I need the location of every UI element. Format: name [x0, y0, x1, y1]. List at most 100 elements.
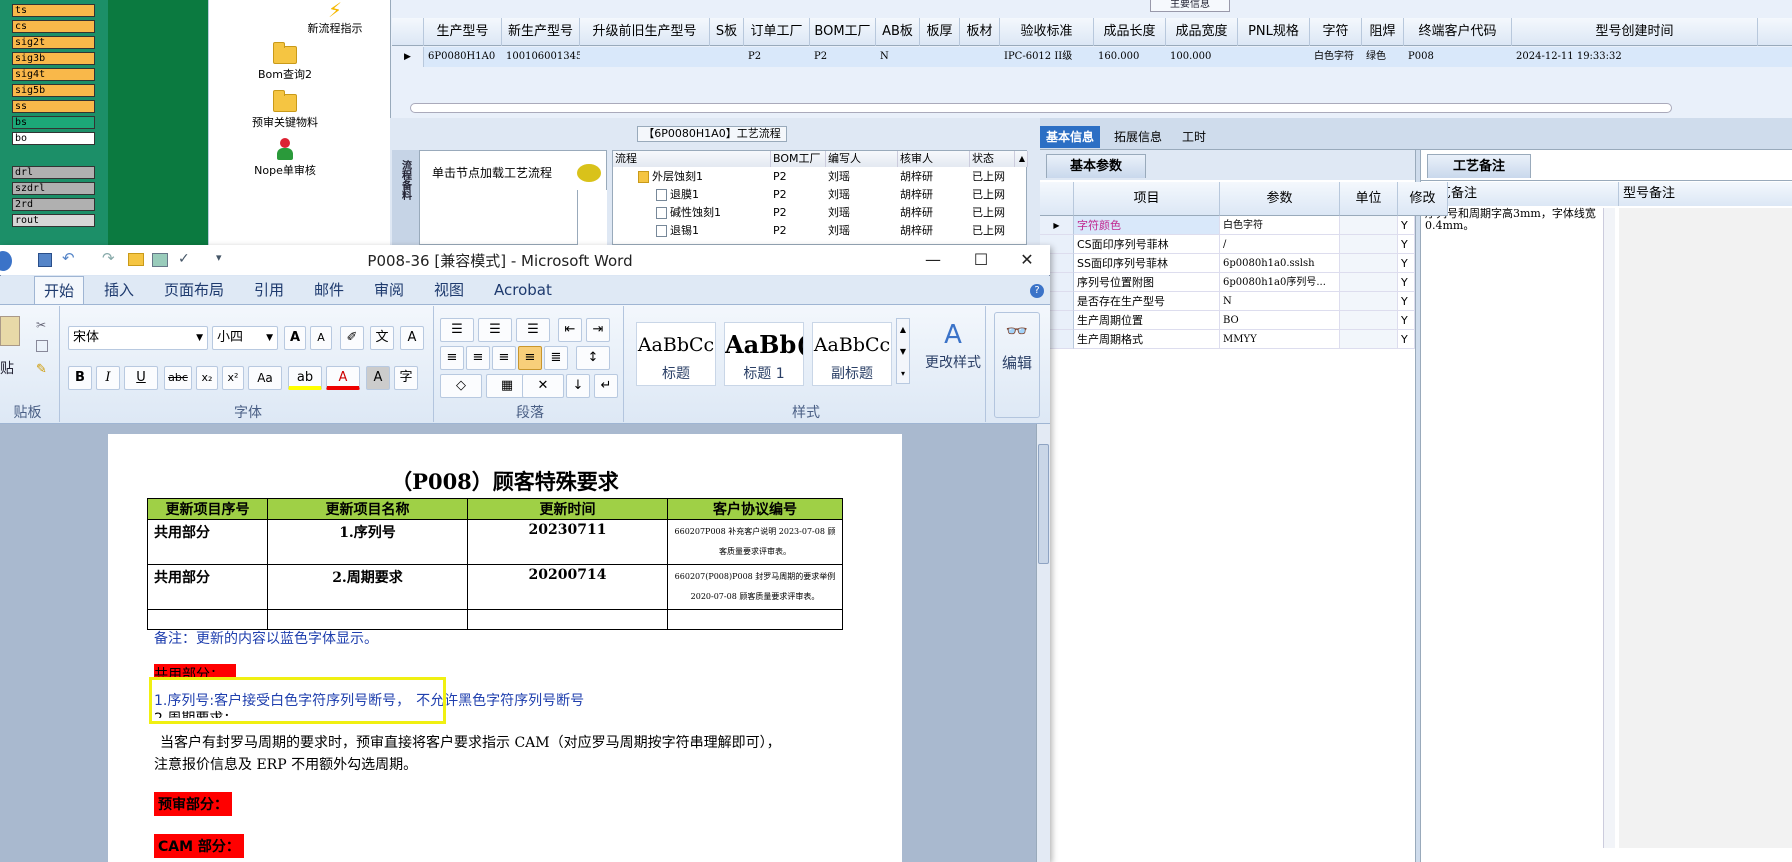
flow-cell[interactable]: 胡梓研: [900, 222, 969, 240]
horizontal-scrollbar[interactable]: [410, 103, 1672, 113]
redo-icon[interactable]: ↷: [102, 249, 115, 267]
layer-item[interactable]: sig3b: [12, 52, 95, 65]
prereview-material-tool[interactable]: 预审关键物料: [220, 90, 350, 130]
multilevel-list-icon[interactable]: ☰: [516, 318, 550, 342]
tab-view[interactable]: 视图: [434, 276, 464, 304]
distribute-icon[interactable]: ≣: [544, 346, 568, 370]
styles-scroll-icon[interactable]: ▲ ▼ ▾: [896, 318, 910, 384]
flow-cell[interactable]: 退膜1: [670, 186, 770, 204]
minimize-icon[interactable]: —: [918, 248, 948, 272]
flow-cell[interactable]: 刘瑶: [828, 168, 897, 186]
flow-cell[interactable]: 已上网: [972, 204, 1014, 222]
grid-col-header[interactable]: 板厚: [920, 18, 960, 46]
flow-cell[interactable]: 刘瑶: [828, 204, 897, 222]
bullets-icon[interactable]: ☰: [440, 318, 474, 342]
nope-review-tool[interactable]: Nope单审核: [220, 138, 350, 178]
flow-cell[interactable]: 退锡1: [670, 222, 770, 240]
show-marks-icon[interactable]: ↵: [594, 374, 618, 398]
align-right-icon[interactable]: ≡: [492, 346, 516, 370]
layer-item[interactable]: sig4t: [12, 68, 95, 81]
param-value-cell[interactable]: MMYY: [1220, 330, 1340, 349]
layer-item[interactable]: sig5b: [12, 84, 95, 97]
align-center-icon[interactable]: ≡: [466, 346, 490, 370]
increase-indent-icon[interactable]: ⇥: [586, 318, 610, 342]
change-case-icon[interactable]: Aa: [248, 366, 282, 390]
flow-cell[interactable]: 胡梓研: [900, 168, 969, 186]
tab-home[interactable]: 开始: [34, 276, 84, 305]
cut-icon[interactable]: ✂: [36, 318, 46, 332]
grid-col-header[interactable]: 阻焊: [1362, 18, 1404, 46]
grid-col-header[interactable]: 升级前旧生产型号: [580, 18, 710, 46]
style-title[interactable]: AaBbCc 标题: [636, 322, 716, 386]
font-name-select[interactable]: 宋体 ▼: [68, 326, 208, 350]
close-icon[interactable]: ✕: [1012, 248, 1042, 272]
grid-col-header[interactable]: 型号创建时间: [1512, 18, 1758, 46]
grid-col-header[interactable]: 终端客户代码: [1404, 18, 1512, 46]
grid-col-header[interactable]: BOM工厂: [810, 18, 876, 46]
shading-icon[interactable]: ◇: [440, 374, 482, 398]
grid-col-header[interactable]: 成品长度: [1094, 18, 1166, 46]
style-subtitle[interactable]: AaBbCc 副标题: [812, 322, 892, 386]
layer-item[interactable]: cs: [12, 20, 95, 33]
bom-query-tool[interactable]: Bom查询2: [220, 42, 350, 82]
flow-cell[interactable]: 已上网: [972, 168, 1014, 186]
tab-craft-notes[interactable]: 工艺备注: [1427, 154, 1531, 178]
clear-format-icon[interactable]: ✐: [340, 326, 364, 350]
decrease-indent-icon[interactable]: ⇤: [558, 318, 582, 342]
change-styles-button[interactable]: A 更改样式: [918, 318, 988, 372]
layer-item[interactable]: bs: [12, 116, 95, 129]
layer-item[interactable]: drl: [12, 166, 95, 179]
grid-col-header[interactable]: 订单工厂: [744, 18, 810, 46]
char-shading-icon[interactable]: A: [366, 366, 390, 390]
param-value-cell[interactable]: 6p0080h1a0序列号...: [1220, 273, 1340, 292]
grid-col-header[interactable]: 成品宽度: [1166, 18, 1238, 46]
model-grid-row[interactable]: ▶ 6P0080H1A0 10010600134576 P2 P2 N IPC-6012 …: [392, 47, 1792, 67]
tab-acrobat[interactable]: Acrobat: [494, 276, 552, 304]
row-indicator[interactable]: ▶: [1040, 216, 1074, 235]
param-value-cell[interactable]: N: [1220, 292, 1340, 311]
craft-note-text[interactable]: 序列号和周期字高3mm，字体线宽0.4mm。: [1425, 208, 1601, 232]
grid-col-header[interactable]: 板材: [960, 18, 1000, 46]
new-flow-tool[interactable]: ⚡ 新流程指示: [270, 0, 400, 36]
char-border-icon[interactable]: A: [400, 326, 424, 350]
paste-button-label[interactable]: 贴: [0, 358, 14, 378]
grid-col-header[interactable]: PNL规格: [1238, 18, 1310, 46]
flow-cell[interactable]: 碱性蚀刻1: [670, 204, 770, 222]
justify-icon[interactable]: ≡: [518, 346, 542, 370]
scroll-thumb[interactable]: [1038, 444, 1049, 564]
grid-col-header[interactable]: 验收标准: [1000, 18, 1094, 46]
param-value-cell[interactable]: /: [1220, 235, 1340, 254]
tab-page-layout[interactable]: 页面布局: [164, 276, 224, 304]
line-spacing-icon[interactable]: ↕: [576, 346, 610, 370]
param-value-cell[interactable]: 6p0080h1a0.sslsh: [1220, 254, 1340, 273]
param-value-cell[interactable]: 白色字符: [1220, 216, 1340, 235]
grid-col-header[interactable]: S板: [710, 18, 744, 46]
flow-cell[interactable]: P2: [773, 204, 825, 222]
italic-icon[interactable]: I: [96, 366, 120, 390]
layer-item[interactable]: ss: [12, 100, 95, 113]
model-note-area[interactable]: [1619, 208, 1792, 848]
vertical-scrollbar[interactable]: [1036, 424, 1050, 862]
bold-icon[interactable]: B: [68, 366, 92, 390]
grid-col-header[interactable]: AB板: [876, 18, 920, 46]
tab-mailings[interactable]: 邮件: [314, 276, 344, 304]
phonetic-guide-icon[interactable]: 文: [370, 326, 394, 350]
layer-item[interactable]: ts: [12, 4, 95, 17]
flow-side-tab[interactable]: 流程备料: [392, 150, 420, 245]
font-color-icon[interactable]: A: [326, 366, 360, 390]
undo-icon[interactable]: ↶: [62, 249, 75, 267]
craft-note-scrollbar[interactable]: [1603, 208, 1615, 848]
strikethrough-icon[interactable]: abc: [164, 366, 192, 390]
grid-col-header[interactable]: 字符: [1310, 18, 1362, 46]
flow-cell[interactable]: 胡梓研: [900, 186, 969, 204]
copy-icon[interactable]: [36, 340, 48, 352]
param-value-cell[interactable]: BO: [1220, 311, 1340, 330]
flow-cell[interactable]: 刘瑶: [828, 222, 897, 240]
help-icon[interactable]: ?: [1030, 284, 1044, 298]
print-preview-icon[interactable]: [152, 253, 168, 267]
customize-toolbar-icon[interactable]: ▾: [216, 251, 222, 264]
layer-item[interactable]: 2rd: [12, 198, 95, 211]
flow-cell[interactable]: 外层蚀刻1: [652, 168, 770, 186]
tab-extended-info[interactable]: 拓展信息: [1108, 126, 1168, 148]
sort-icon[interactable]: ↓: [566, 374, 590, 398]
